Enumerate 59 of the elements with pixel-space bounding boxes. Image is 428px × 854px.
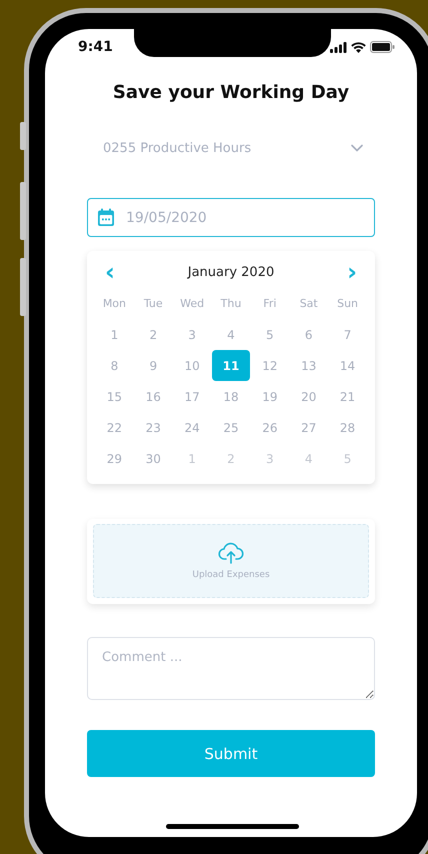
calendar-day[interactable]: 19: [250, 381, 289, 412]
calendar-day[interactable]: 5: [328, 443, 367, 474]
calendar-day[interactable]: 28: [328, 412, 367, 443]
previous-month-button[interactable]: ‹: [99, 259, 121, 285]
weekday-label: Fri: [262, 297, 278, 312]
calendar-day[interactable]: 13: [290, 350, 328, 381]
calendar-day[interactable]: 27: [290, 412, 328, 443]
calendar-day[interactable]: 21: [328, 381, 367, 412]
cloud-upload-icon: [218, 542, 244, 564]
calendar-day[interactable]: 26: [250, 412, 289, 443]
calendar-day[interactable]: 16: [134, 381, 172, 412]
weekday-label: Tue: [142, 297, 164, 312]
signal-icon: [330, 42, 347, 52]
calendar-day[interactable]: 18: [212, 381, 250, 412]
hours-dropdown[interactable]: 0255 Productive Hours: [87, 136, 375, 160]
calendar-day[interactable]: 7: [328, 319, 367, 350]
weekday-label: Sun: [336, 297, 360, 312]
month-label: January 2020: [188, 264, 274, 280]
calendar-day[interactable]: 1: [173, 443, 212, 474]
calendar-day[interactable]: 30: [134, 443, 172, 474]
calendar-day[interactable]: 14: [328, 350, 367, 381]
weekday-label: Thu: [220, 297, 242, 312]
battery-icon: [370, 41, 395, 53]
calendar-day[interactable]: 10: [173, 350, 212, 381]
calendar-day[interactable]: 9: [134, 350, 172, 381]
calendar-icon: [97, 208, 115, 227]
calendar-day[interactable]: 3: [173, 319, 212, 350]
calendar-day[interactable]: 2: [212, 443, 250, 474]
calendar-day[interactable]: 29: [95, 443, 134, 474]
next-month-button[interactable]: ›: [341, 259, 363, 285]
weekday-label: Sat: [298, 297, 319, 312]
upload-dropzone[interactable]: Upload Expenses: [93, 524, 369, 598]
page-title: Save your Working Day: [112, 82, 350, 103]
calendar-day[interactable]: 15: [95, 381, 134, 412]
status-time: 9:41: [78, 39, 113, 55]
calendar-day[interactable]: 20: [290, 381, 328, 412]
calendar-day[interactable]: 4: [290, 443, 328, 474]
calendar-day[interactable]: 25: [212, 412, 250, 443]
calendar-day[interactable]: 24: [173, 412, 212, 443]
calendar-day[interactable]: 12: [250, 350, 289, 381]
calendar-day[interactable]: 5: [250, 319, 289, 350]
calendar-day[interactable]: 8: [95, 350, 134, 381]
calendar-day[interactable]: 4: [212, 319, 250, 350]
comment-field[interactable]: Comment ...: [87, 637, 375, 700]
calendar-day[interactable]: 3: [250, 443, 289, 474]
upload-label: Upload Expenses: [192, 570, 270, 580]
calendar-day[interactable]: 6: [290, 319, 328, 350]
chevron-down-icon: [351, 144, 363, 152]
date-field[interactable]: 19/05/2020: [87, 198, 375, 237]
submit-button[interactable]: Submit: [87, 730, 375, 777]
calendar-day[interactable]: 23: [134, 412, 172, 443]
weekday-label: Mon: [102, 297, 128, 312]
calendar-day[interactable]: 11: [212, 350, 250, 381]
calendar-day[interactable]: 22: [95, 412, 134, 443]
weekday-label: Wed: [179, 297, 206, 312]
calendar-day[interactable]: 1: [95, 319, 134, 350]
calendar-day[interactable]: 17: [173, 381, 212, 412]
wifi-icon: [351, 42, 366, 52]
calendar-day[interactable]: 2: [134, 319, 172, 350]
